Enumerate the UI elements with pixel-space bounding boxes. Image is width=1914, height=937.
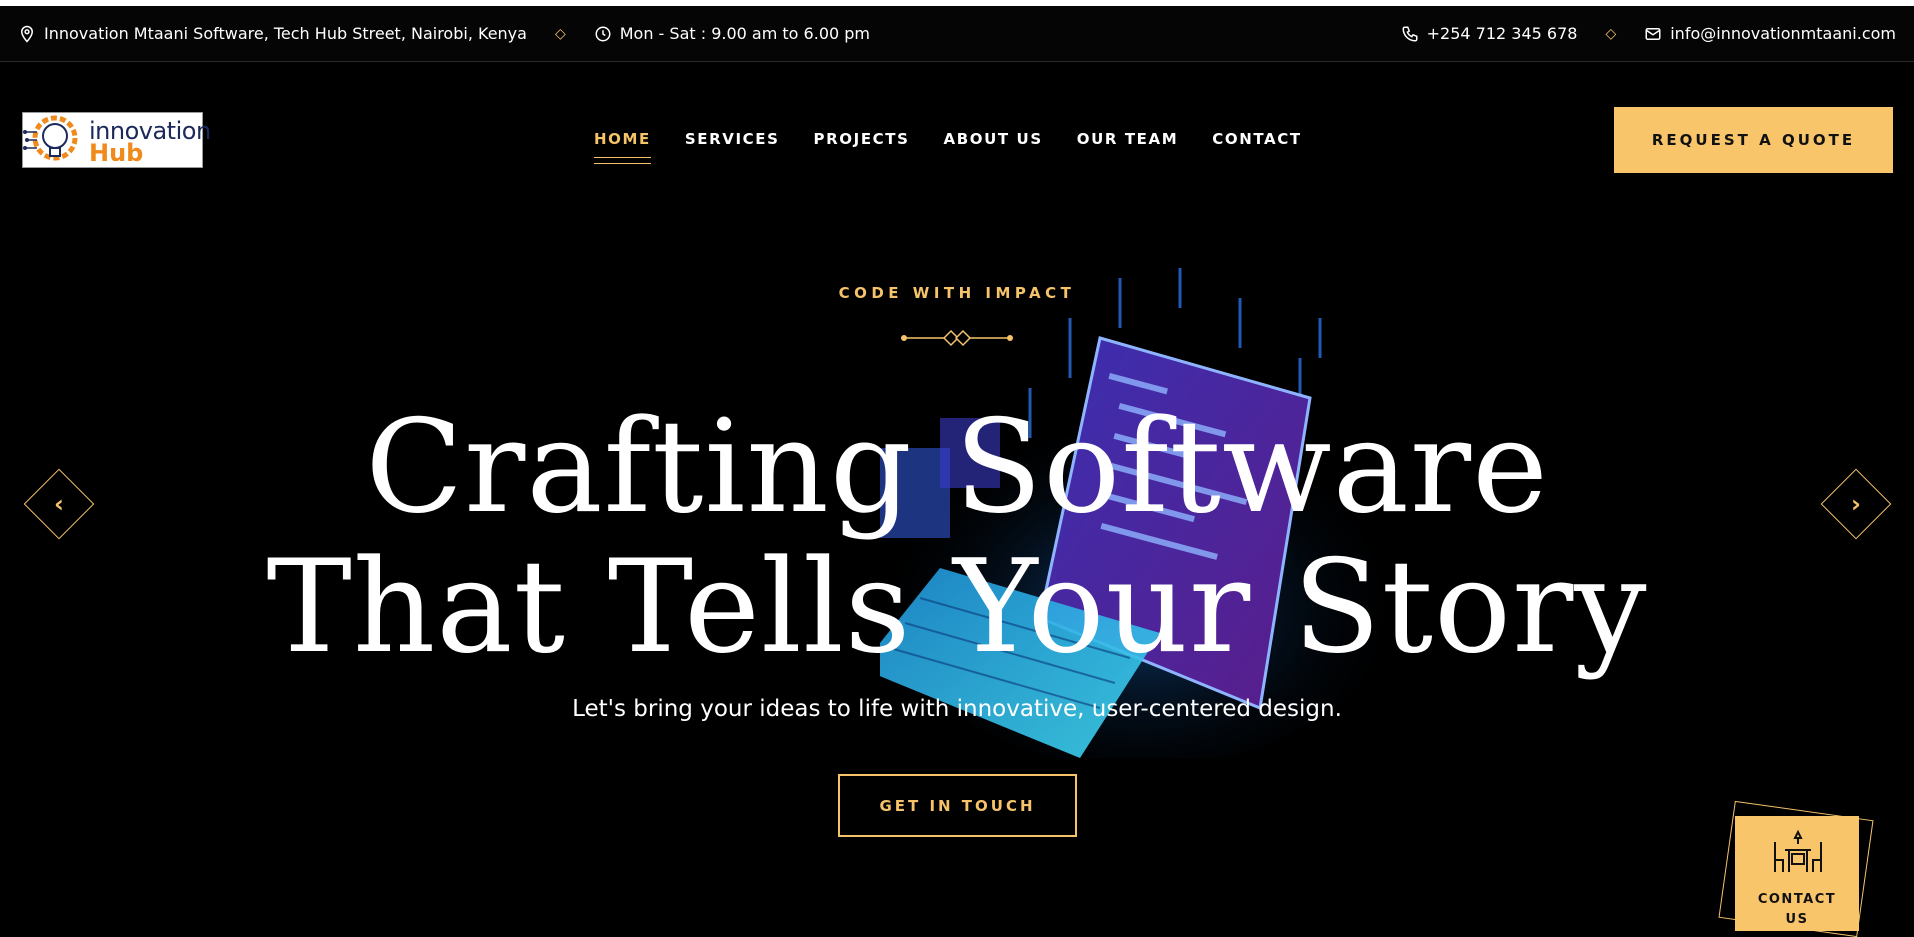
hours-text: Mon - Sat : 9.00 am to 6.00 pm — [619, 24, 870, 43]
nav-home[interactable]: HOME — [594, 130, 651, 164]
hero-eyebrow: CODE WITH IMPACT — [838, 284, 1076, 302]
contact-box[interactable]: CONTACT US — [1735, 816, 1859, 931]
separator-diamond: ◇ — [554, 25, 566, 42]
logo-text-hub: Hub — [89, 139, 144, 167]
get-in-touch-button[interactable]: GET IN TOUCH — [838, 774, 1077, 837]
table-chairs-icon — [1774, 829, 1822, 872]
nav-about-us[interactable]: ABOUT US — [944, 130, 1043, 148]
clock-icon — [595, 26, 611, 41]
contact-label-line-1: CONTACT — [1757, 892, 1837, 907]
lightbulb-gear-icon — [23, 115, 78, 161]
chevron-right-icon: › — [1851, 489, 1861, 518]
ornament-divider — [901, 329, 1013, 347]
email-item[interactable]: info@innovationmtaani.com — [1644, 24, 1896, 43]
mail-icon — [1645, 27, 1661, 40]
contact-us-floating-button[interactable]: CONTACT US — [1718, 800, 1880, 937]
nav-projects[interactable]: PROJECTS — [814, 130, 910, 148]
email-text[interactable]: info@innovationmtaani.com — [1670, 24, 1896, 43]
headline-line-1: Crafting Software — [365, 393, 1549, 542]
hero-subline: Let's bring your ideas to life with inno… — [572, 696, 1342, 722]
separator-diamond: ◇ — [1605, 25, 1617, 42]
site-logo[interactable]: innovation Hub — [22, 112, 211, 168]
contact-us-label: CONTACT US — [1735, 890, 1859, 930]
main-header: innovation Hub HOME SERVICES PROJECTS AB… — [0, 62, 1914, 218]
nav-services[interactable]: SERVICES — [685, 130, 780, 148]
phone-item[interactable]: +254 712 345 678 — [1401, 24, 1578, 43]
address-item: Innovation Mtaani Software, Tech Hub Str… — [18, 24, 527, 43]
nav-our-team[interactable]: OUR TEAM — [1077, 130, 1179, 148]
headline-line-2: That Tells Your Story — [266, 533, 1648, 682]
request-quote-button[interactable]: REQUEST A QUOTE — [1614, 107, 1893, 173]
address-text: Innovation Mtaani Software, Tech Hub Str… — [44, 24, 527, 43]
top-info-bar: Innovation Mtaani Software, Tech Hub Str… — [0, 6, 1914, 62]
location-pin-icon — [20, 25, 34, 43]
hero-headline: Crafting Software That Tells Your Story — [0, 398, 1914, 678]
hours-item: Mon - Sat : 9.00 am to 6.00 pm — [594, 24, 870, 43]
chevron-left-icon: ‹ — [54, 489, 64, 518]
main-nav: HOME SERVICES PROJECTS ABOUT US OUR TEAM… — [594, 130, 1302, 164]
hero-slider: CODE WITH IMPACT Crafting Software That … — [0, 218, 1914, 925]
phone-text[interactable]: +254 712 345 678 — [1427, 24, 1578, 43]
nav-contact[interactable]: CONTACT — [1212, 130, 1301, 148]
phone-icon — [1402, 26, 1418, 42]
